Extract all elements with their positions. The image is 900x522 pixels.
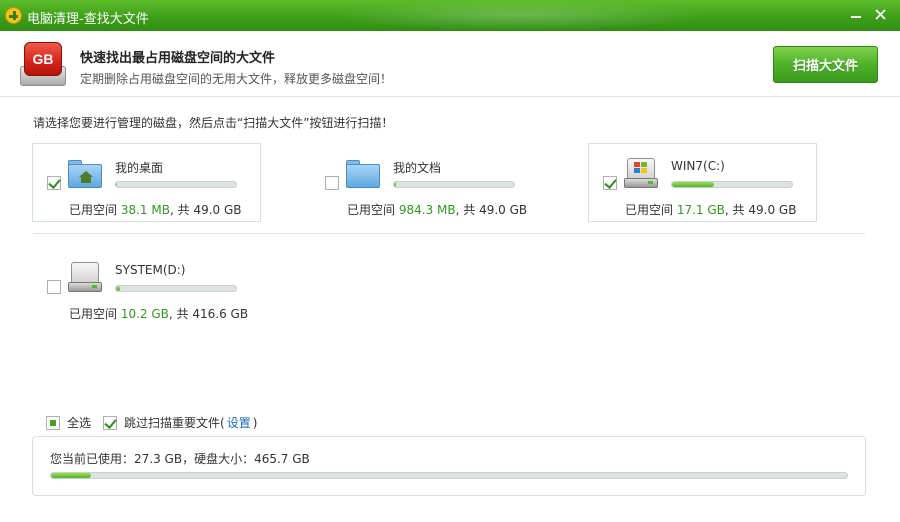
select-all-checkbox[interactable]: [46, 415, 60, 430]
total-value: 49.0 GB: [479, 203, 528, 217]
disk-usage-info: 已用空间 17.1 GB, 共 49.0 GB: [625, 201, 796, 218]
row-divider: [33, 233, 865, 234]
used-value: 10.2 GB: [120, 307, 169, 321]
used-label: 已用空间: [625, 203, 674, 217]
used-value: 17.1 GB: [676, 203, 725, 217]
select-all-label: 全选: [67, 416, 92, 430]
gb-badge: GB: [24, 42, 62, 76]
system-drive-icon: [624, 158, 658, 190]
total-sep: , 共: [169, 203, 190, 217]
total-usage-bar: [50, 472, 848, 479]
large-file-icon: GB: [20, 42, 66, 88]
disk-usage-fill: [116, 286, 120, 291]
header-panel: GB 快速找出最占用磁盘空间的大文件 定期删除占用磁盘空间的无用大文件，释放更多…: [0, 31, 900, 97]
total-value: 49.0 GB: [748, 203, 797, 217]
disk-usage-bar: [115, 181, 237, 188]
windows-logo-icon: [634, 162, 647, 173]
disk-usage-bar: [671, 181, 793, 188]
disk-usage-fill: [116, 182, 118, 187]
disk-checkbox[interactable]: [47, 176, 61, 190]
disk-usage-summary: 您当前已使用：27.3 GB，硬盘大小：465.7 GB: [32, 436, 866, 496]
scan-large-files-button[interactable]: 扫描大文件: [773, 46, 878, 83]
disk-usage-bar: [115, 285, 237, 292]
used-value: 38.1 MB: [120, 203, 170, 217]
disk-name: 我的文档: [393, 161, 442, 175]
documents-folder-icon: [346, 158, 380, 190]
close-icon: [874, 8, 886, 20]
used-label: 已用空间: [69, 203, 118, 217]
disk-usage-fill: [672, 182, 714, 187]
disk-name: SYSTEM(D:): [115, 263, 186, 277]
total-sep: , 共: [455, 203, 476, 217]
disk-usage-fill: [394, 182, 397, 187]
disk-usage-bar: [393, 181, 515, 188]
disk-checkbox[interactable]: [603, 176, 617, 190]
used-value: 984.3 MB: [398, 203, 456, 217]
close-button[interactable]: [869, 4, 891, 24]
settings-link[interactable]: 设置: [227, 414, 251, 431]
close-paren: ): [252, 415, 258, 430]
minimize-button[interactable]: [845, 4, 867, 24]
title-bar-glow: [330, 0, 710, 31]
title-bar: 电脑清理-查找大文件: [0, 0, 900, 31]
total-value: 49.0 GB: [193, 203, 242, 217]
total-value: 416.6 GB: [192, 307, 249, 321]
skip-important-checkbox[interactable]: [103, 415, 117, 430]
disk-usage-info: 已用空间 984.3 MB, 共 49.0 GB: [347, 201, 527, 218]
disk-checkbox[interactable]: [325, 176, 339, 190]
total-sep: , 共: [724, 203, 745, 217]
drive-led: [648, 181, 653, 184]
minimize-icon: [851, 16, 861, 18]
disk-usage-info: 已用空间 38.1 MB, 共 49.0 GB: [69, 201, 242, 218]
skip-important-label: 跳过扫描重要文件(: [124, 416, 225, 430]
select-all-option[interactable]: 全选: [46, 414, 91, 431]
skip-important-option[interactable]: 跳过扫描重要文件( 设置 ): [103, 414, 257, 431]
drive-top: [71, 262, 99, 284]
desktop-folder-icon: [68, 158, 102, 190]
disk-checkbox[interactable]: [47, 280, 61, 294]
disk-name: 我的桌面: [115, 161, 164, 175]
total-usage-fill: [51, 473, 91, 478]
disk-card-d-drive[interactable]: SYSTEM(D:) 已用空间 10.2 GB, 共 416.6 GB: [32, 247, 261, 326]
disk-card-documents[interactable]: 我的文档 已用空间 984.3 MB, 共 49.0 GB: [310, 143, 539, 222]
app-logo-icon: [5, 7, 22, 24]
total-sep: , 共: [168, 307, 189, 321]
disk-card-desktop[interactable]: 我的桌面 已用空间 38.1 MB, 共 49.0 GB: [32, 143, 261, 222]
instruction-text: 请选择您要进行管理的磁盘，然后点击“扫描大文件”按钮进行扫描！: [33, 116, 394, 130]
home-icon: [79, 171, 93, 183]
used-label: 已用空间: [69, 307, 118, 321]
hard-drive-icon: [68, 262, 102, 294]
header-subtitle: 定期删除占用磁盘空间的无用大文件，释放更多磁盘空间！: [80, 72, 393, 86]
usage-summary-text: 您当前已使用：27.3 GB，硬盘大小：465.7 GB: [50, 452, 310, 466]
folder-body: [346, 164, 380, 188]
window-title: 电脑清理-查找大文件: [27, 12, 149, 27]
disk-usage-info: 已用空间 10.2 GB, 共 416.6 GB: [69, 305, 248, 322]
used-label: 已用空间: [347, 203, 396, 217]
disk-card-c-drive[interactable]: WIN7(C:) 已用空间 17.1 GB, 共 49.0 GB: [588, 143, 817, 222]
header-title: 快速找出最占用磁盘空间的大文件: [80, 51, 276, 66]
drive-led: [92, 285, 97, 288]
disk-name: WIN7(C:): [671, 159, 725, 173]
